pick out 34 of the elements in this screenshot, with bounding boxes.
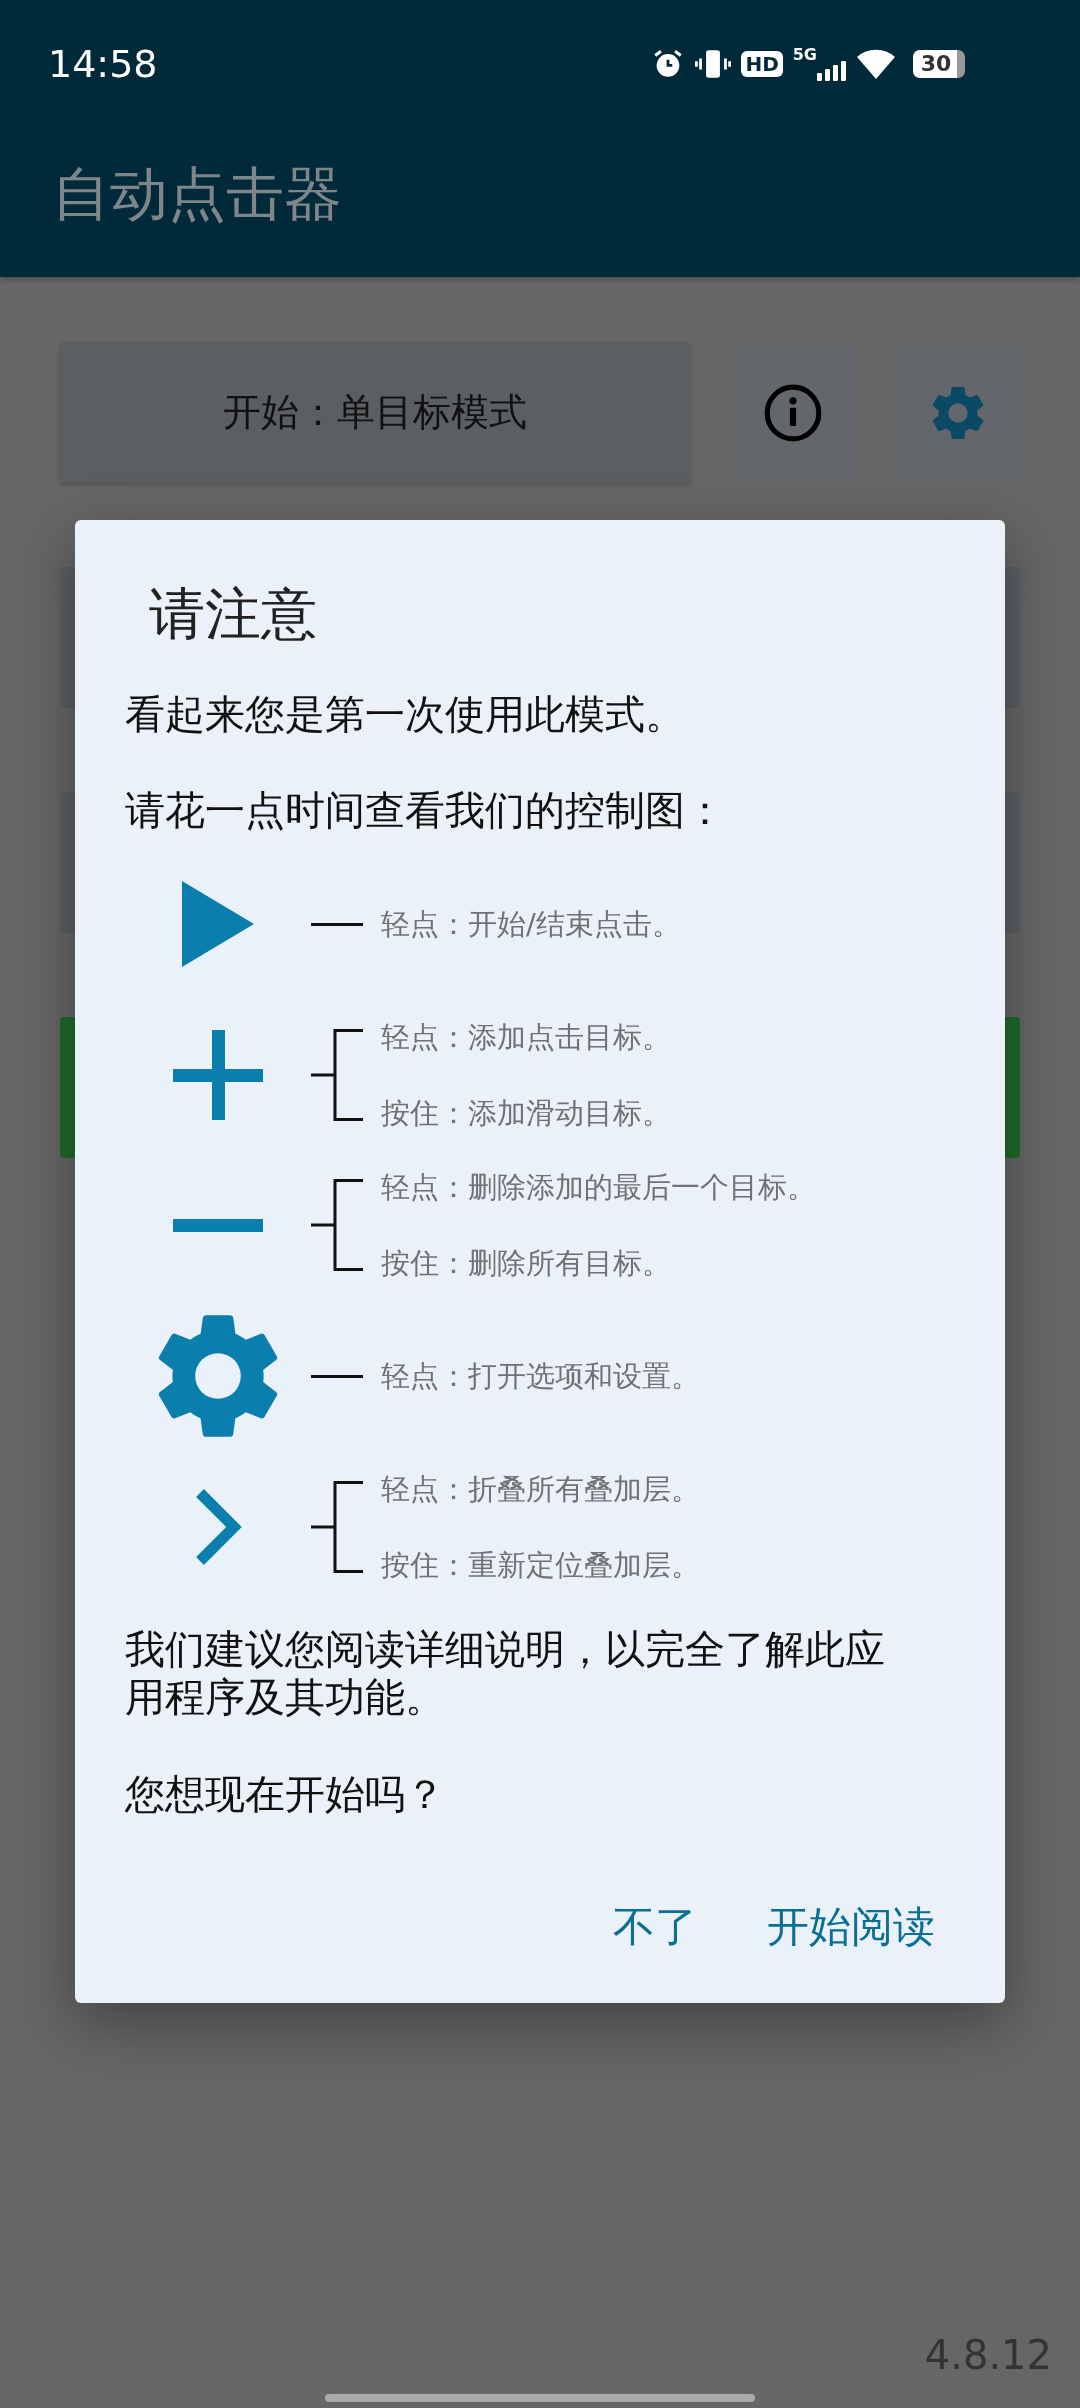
legend-text: 轻点：添加点击目标。	[381, 1019, 671, 1056]
battery-icon: 30	[913, 50, 965, 78]
settings-icon	[930, 385, 985, 440]
dismiss-button[interactable]: 不了	[603, 1889, 707, 1966]
legend-text: 轻点：开始/结束点击。	[381, 906, 681, 943]
dialog-message: 请花一点时间查看我们的控制图：	[125, 786, 726, 836]
settings-button[interactable]	[895, 342, 1020, 483]
hd-badge: HD	[741, 51, 783, 77]
vibrate-icon	[695, 47, 732, 81]
chevron-icon	[194, 1489, 242, 1566]
app-title: 自动点击器	[52, 158, 342, 230]
legend-text: 轻点：删除添加的最后一个目标。	[381, 1169, 816, 1206]
wifi-icon	[857, 49, 895, 79]
dialog-title: 请注意	[148, 580, 318, 648]
minus-icon	[173, 1218, 263, 1232]
dialog-message: 您想现在开始吗？	[125, 1770, 446, 1820]
network-type: 5G	[792, 47, 817, 63]
connector-line	[311, 922, 363, 926]
signal-icon	[817, 59, 847, 81]
plus-icon	[173, 1030, 263, 1121]
connector-line	[311, 1374, 363, 1378]
confirm-button[interactable]: 开始阅读	[757, 1889, 945, 1966]
home-indicator[interactable]	[325, 2394, 755, 2402]
legend-text: 按住：重新定位叠加层。	[381, 1547, 700, 1584]
dialog-message: 我们建议您阅读详细说明，以完全了解此应用程序及其功能。	[125, 1625, 886, 1722]
legend-text: 轻点：折叠所有叠加层。	[381, 1471, 700, 1508]
legend-text: 轻点：打开选项和设置。	[381, 1358, 700, 1395]
start-button[interactable]: 开始：单目标模式	[60, 342, 690, 483]
legend-text: 按住：添加滑动目标。	[381, 1095, 671, 1132]
info-button[interactable]	[730, 342, 855, 483]
legend-text: 按住：删除所有目标。	[381, 1245, 672, 1282]
play-icon	[182, 881, 254, 968]
dialog-message: 看起来您是第一次使用此模式。	[125, 690, 686, 740]
status-time: 14:58	[48, 42, 158, 86]
